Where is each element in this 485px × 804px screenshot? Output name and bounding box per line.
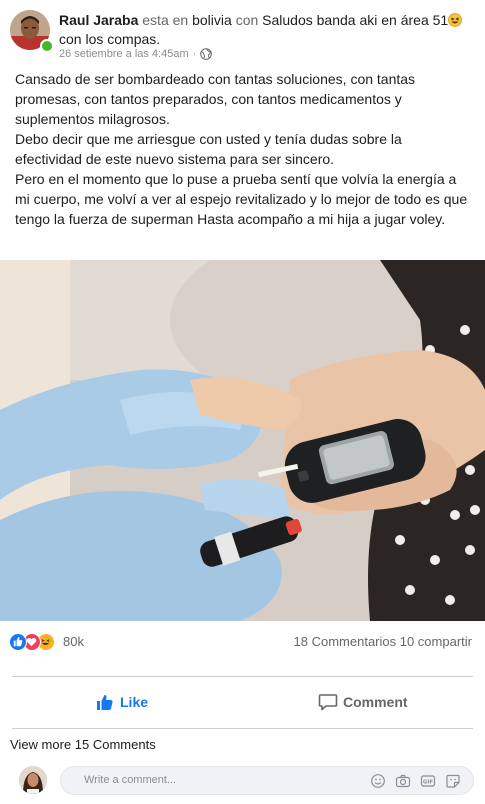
post-header-text: Raul Jaraba esta en bolivia con Saludos …	[59, 11, 469, 49]
post-photo[interactable]	[0, 260, 485, 621]
like-button[interactable]: Like	[95, 690, 148, 714]
post-paragraph: Debo decir que me arriesgue con usted y …	[15, 131, 402, 167]
online-status-dot	[40, 39, 54, 53]
post-header: Raul Jaraba esta en bolivia con Saludos …	[0, 0, 485, 70]
post-paragraph: Cansado de ser bombardeado con tantas so…	[15, 71, 416, 127]
like-label: Like	[120, 694, 149, 710]
post-body: Cansado de ser bombardeado con tantas so…	[15, 69, 470, 229]
location-name[interactable]: bolivia	[192, 12, 232, 28]
activity-tail: con los compas.	[59, 31, 161, 47]
post-timestamp[interactable]: 26 setiembre a las 4:45am	[59, 48, 189, 60]
location-connector: esta en	[142, 12, 189, 28]
with-connector: con	[235, 12, 259, 28]
view-more-comments-link[interactable]: View more 15 Comments	[10, 737, 156, 752]
comment-bubble-icon	[318, 694, 338, 711]
reaction-count[interactable]: 80k	[63, 634, 84, 649]
globe-icon	[200, 48, 213, 60]
laughing-emoji-icon	[448, 13, 463, 27]
camera-icon[interactable]	[395, 773, 411, 789]
comment-composer: Write a comment... GIF	[0, 762, 485, 800]
comment-input-icons: GIF	[370, 773, 461, 789]
comment-label: Comment	[343, 694, 408, 710]
like-icon	[9, 633, 27, 651]
facebook-post: Raul Jaraba esta en bolivia con Saludos …	[0, 0, 485, 804]
comment-input[interactable]: Write a comment... GIF	[60, 766, 474, 795]
comment-button[interactable]: Comment	[318, 690, 408, 714]
glucose-test-photo	[0, 260, 485, 621]
meta-separator: ·	[192, 48, 197, 60]
post-meta: 26 setiembre a las 4:45am ·	[59, 48, 213, 60]
comments-shares-count[interactable]: 18 Commentarios 10 compartir	[294, 634, 472, 649]
activity-line[interactable]: Saludos banda aki en área 51	[262, 12, 448, 28]
post-actions: Like Comment	[0, 676, 485, 728]
actions-divider-bottom	[12, 728, 473, 729]
author-name[interactable]: Raul Jaraba	[59, 12, 138, 28]
gif-icon[interactable]: GIF	[420, 773, 436, 789]
thumbs-up-icon	[97, 694, 113, 710]
current-user-avatar[interactable]	[19, 766, 47, 794]
post-paragraph: Pero en el momento que lo puse a prueba …	[15, 171, 468, 227]
reaction-icons[interactable]	[9, 633, 63, 651]
sticker-icon[interactable]	[445, 773, 461, 789]
reactions-bar: 80k 18 Commentarios 10 compartir	[0, 621, 485, 663]
comment-placeholder: Write a comment...	[84, 774, 177, 786]
svg-text:GIF: GIF	[423, 780, 434, 786]
emoji-picker-icon[interactable]	[370, 773, 386, 789]
